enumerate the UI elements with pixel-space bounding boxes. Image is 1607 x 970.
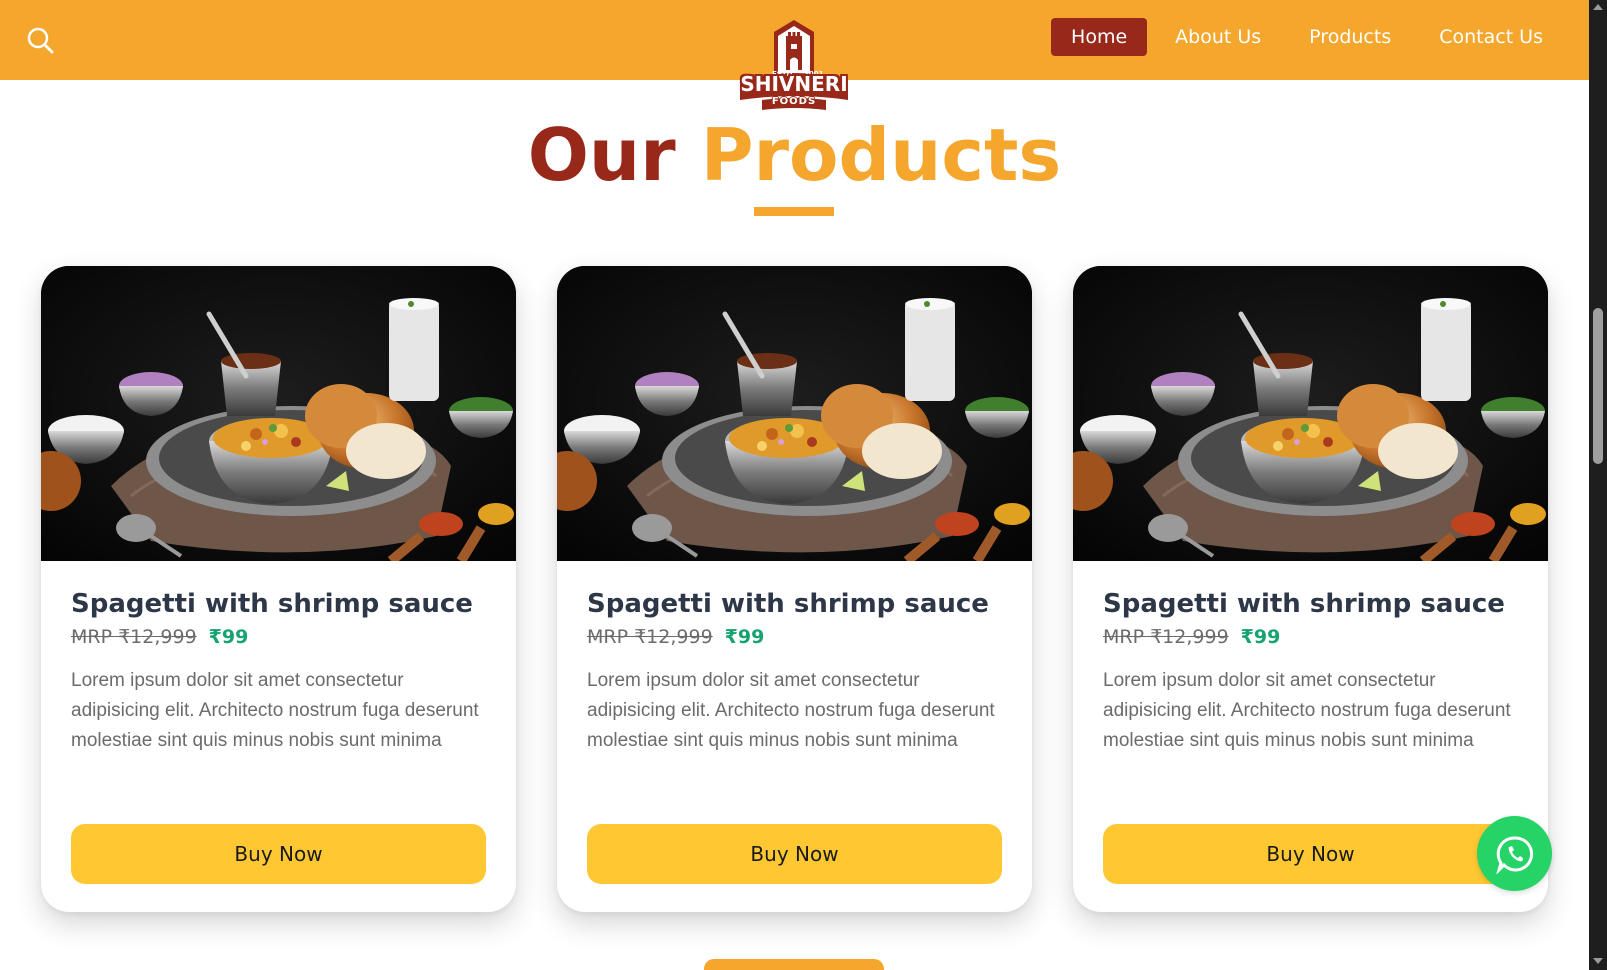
product-info: Spagetti with shrimp sauce MRP ₹12,999 ₹…	[1103, 584, 1523, 756]
page: Home About Us Products Contact Us ESTD 2…	[0, 0, 1589, 970]
product-description: Lorem ipsum dolor sit amet consectetur a…	[1103, 670, 1511, 751]
title-products: Products	[700, 113, 1062, 197]
buy-now-button[interactable]: Buy Now	[71, 824, 486, 884]
buy-now-button[interactable]: Buy Now	[1103, 824, 1518, 884]
product-card: Spagetti with shrimp sauce MRP ₹12,999 ₹…	[557, 266, 1032, 912]
product-description: Lorem ipsum dolor sit amet consectetur a…	[587, 670, 995, 751]
product-description: Lorem ipsum dolor sit amet consectetur a…	[71, 670, 479, 751]
product-card: Spagetti with shrimp sauce MRP ₹12,999 ₹…	[1073, 266, 1548, 912]
product-title: Spagetti with shrimp sauce	[71, 589, 473, 619]
product-cards: Spagetti with shrimp sauce MRP ₹12,999 ₹…	[41, 266, 1548, 916]
nav-about-us[interactable]: About Us	[1155, 18, 1281, 56]
title-our: Our	[527, 113, 676, 197]
price-row: MRP ₹12,999 ₹99	[587, 626, 1007, 648]
search-icon[interactable]	[26, 26, 56, 56]
mrp-price: MRP ₹12,999	[587, 626, 713, 648]
logo-sub: FOODS	[771, 96, 817, 107]
nav-home[interactable]: Home	[1051, 18, 1148, 56]
product-image	[1073, 266, 1548, 561]
mrp-price: MRP ₹12,999	[1103, 626, 1229, 648]
product-card: Spagetti with shrimp sauce MRP ₹12,999 ₹…	[41, 266, 516, 912]
product-title: Spagetti with shrimp sauce	[587, 589, 989, 619]
sale-price: ₹99	[724, 626, 765, 648]
scrollbar-thumb[interactable]	[1593, 308, 1603, 464]
price-row: MRP ₹12,999 ₹99	[71, 626, 491, 648]
vertical-scrollbar[interactable]	[1589, 0, 1607, 970]
product-image	[557, 266, 1032, 561]
sale-price: ₹99	[208, 626, 249, 648]
nav-contact-us[interactable]: Contact Us	[1419, 18, 1563, 56]
main-nav: Home About Us Products Contact Us	[1051, 18, 1563, 56]
price-row: MRP ₹12,999 ₹99	[1103, 626, 1523, 648]
title-underline	[754, 207, 834, 216]
product-image	[41, 266, 516, 561]
site-logo[interactable]: ESTD 2001 SHIVNERI FOODS	[734, 14, 854, 114]
scroll-up-arrow-icon[interactable]	[1593, 4, 1603, 10]
whatsapp-icon[interactable]	[1477, 816, 1552, 891]
mrp-price: MRP ₹12,999	[71, 626, 197, 648]
section-title: Our Products	[0, 110, 1589, 200]
logo-name: SHIVNERI	[740, 72, 848, 96]
nav-products[interactable]: Products	[1289, 18, 1411, 56]
scroll-down-arrow-icon[interactable]	[1593, 958, 1603, 964]
view-more-button[interactable]	[704, 959, 884, 970]
product-info: Spagetti with shrimp sauce MRP ₹12,999 ₹…	[587, 584, 1007, 756]
sale-price: ₹99	[1240, 626, 1281, 648]
product-info: Spagetti with shrimp sauce MRP ₹12,999 ₹…	[71, 584, 491, 756]
buy-now-button[interactable]: Buy Now	[587, 824, 1002, 884]
product-title: Spagetti with shrimp sauce	[1103, 589, 1505, 619]
